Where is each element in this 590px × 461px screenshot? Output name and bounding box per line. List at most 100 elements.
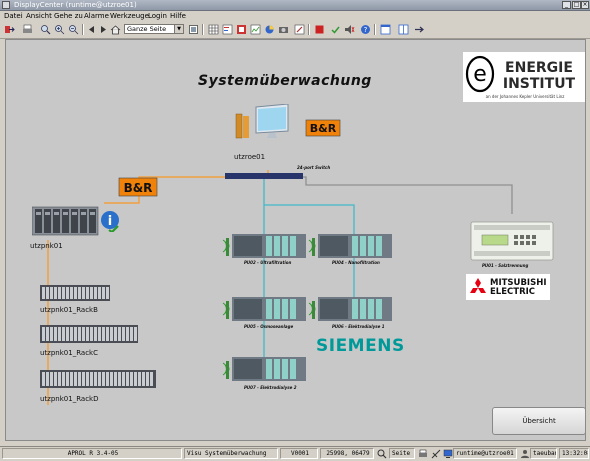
status-user: runtime@utzroe01 <box>453 448 517 459</box>
home-icon[interactable] <box>110 24 121 35</box>
forward-icon[interactable] <box>98 24 109 35</box>
logo-subtitle: an der Johannes Kepler Universität Linz <box>486 94 565 99</box>
station-label: PU05 - Osmoseanlage <box>244 324 294 329</box>
acknowledge-icon[interactable] <box>330 24 341 35</box>
switch-label: 24-port Switch <box>297 165 331 170</box>
energie-institut-emblem: e ENERGIE INSTITUT an der Johannes Keple… <box>465 55 576 99</box>
network-switch[interactable] <box>225 173 303 179</box>
window-title: DisplayCenter (runtime@utzroe01) <box>14 1 137 9</box>
zoom-select-value: Ganze Seite <box>127 25 167 33</box>
bnr-logo-text: B&R <box>124 181 153 195</box>
status-code: V0001 <box>280 448 318 459</box>
report-icon[interactable] <box>222 24 233 35</box>
electric-text: ELECTRIC <box>490 287 536 297</box>
toolbar: Ganze Seite ▼ ? <box>0 21 590 39</box>
back-icon[interactable] <box>86 24 97 35</box>
mitsubishi-unit-label: PU01 - Salztrennung <box>482 263 529 268</box>
io-rack[interactable] <box>40 325 138 343</box>
chevron-down-icon: ▼ <box>174 25 183 33</box>
alarm-list-icon[interactable] <box>236 24 247 35</box>
svg-text:e: e <box>473 62 487 87</box>
station-label: PU06 - Elektrodialyse 1 <box>332 324 385 329</box>
info-icon[interactable]: i <box>100 210 120 232</box>
siemens-station-pu04[interactable] <box>308 232 392 260</box>
logo-energie-text: ENERGIE <box>505 60 573 76</box>
mitsubishi-diamonds-icon <box>470 278 486 293</box>
menu-login[interactable]: Login <box>148 11 167 21</box>
minimize-icon[interactable]: _ <box>562 1 571 9</box>
zoom-icon[interactable] <box>40 24 51 35</box>
status-time: 13:32:08 <box>559 448 589 459</box>
io-rack[interactable] <box>40 285 110 301</box>
menu-gehe-zu[interactable]: Gehe zu <box>54 11 83 21</box>
station-label: PU04 - Nanofiltration <box>332 260 380 265</box>
menu-hilfe[interactable]: Hilfe <box>170 11 186 21</box>
logo-institut-text: INSTITUT <box>503 76 576 92</box>
exit-icon[interactable] <box>4 24 15 35</box>
rack-label: utzpnk01_RackC <box>40 349 98 357</box>
magnifier-icon <box>377 449 387 459</box>
toolbar-separator <box>374 24 376 35</box>
status-view: Visu Systemüberwachung <box>184 448 278 459</box>
energie-institut-logo: e ENERGIE INSTITUT an der Johannes Keple… <box>463 52 585 102</box>
stop-icon[interactable] <box>314 24 325 35</box>
pie-icon[interactable] <box>264 24 275 35</box>
status-version: APROL R 3.4-05 <box>2 448 182 459</box>
help-icon[interactable]: ? <box>360 24 371 35</box>
status-login: taeuban <box>530 448 557 459</box>
window-icon[interactable] <box>380 24 391 35</box>
station-label: PU07 - Elektrodialyse 2 <box>244 385 297 390</box>
toolbar-separator <box>308 24 310 35</box>
status-coords: 25998, 06479 <box>320 448 374 459</box>
maximize-icon[interactable]: □ <box>572 1 581 9</box>
close-icon[interactable]: × <box>581 1 589 9</box>
menu-ansicht[interactable]: Ansicht <box>26 11 52 21</box>
siemens-logo: SIEMENS <box>316 336 405 356</box>
zoom-in-icon[interactable] <box>54 24 65 35</box>
svg-text:i: i <box>108 214 112 229</box>
process-display-canvas: Systemüberwachung e ENERGIE INSTITUT an … <box>5 39 586 441</box>
edit-icon[interactable] <box>294 24 305 35</box>
workstation-label: utzroe01 <box>234 153 266 161</box>
user-icon <box>521 450 529 458</box>
zoom-select[interactable]: Ganze Seite ▼ <box>124 24 184 34</box>
app-icon <box>2 1 10 9</box>
plc-label: utzpnk01 <box>30 242 63 250</box>
siemens-station-pu06[interactable] <box>308 295 392 323</box>
siemens-station-pu02[interactable] <box>222 232 306 260</box>
uebersicht-button[interactable]: Übersicht <box>492 407 585 435</box>
svg-text:?: ? <box>364 26 368 34</box>
toolbar-separator <box>202 24 204 35</box>
rack-label: utzpnk01_RackD <box>40 395 99 403</box>
grid-icon[interactable] <box>208 24 219 35</box>
navigate-icon[interactable] <box>414 24 425 35</box>
monitor-icon <box>443 449 453 458</box>
svg-text:B&R: B&R <box>310 122 337 135</box>
menu-werkzeuge[interactable]: Werkzeuge <box>110 11 149 21</box>
printer-icon <box>419 449 427 457</box>
siemens-station-pu07[interactable] <box>222 355 306 383</box>
statusbar: APROL R 3.4-05 Visu Systemüberwachung V0… <box>0 446 590 461</box>
network-icon <box>431 449 441 459</box>
menu-datei[interactable]: Datei <box>4 11 23 21</box>
fit-page-icon[interactable] <box>188 24 199 35</box>
mute-icon[interactable] <box>344 24 355 35</box>
menubar: Datei Ansicht Gehe zu Alarme Werkzeuge L… <box>0 11 590 21</box>
status-page: Seite <box>389 448 415 459</box>
serial-line <box>291 176 513 214</box>
page-title: Systemüberwachung <box>198 73 372 89</box>
toolbar-separator <box>82 24 84 35</box>
print-icon[interactable] <box>22 24 33 35</box>
zoom-out-icon[interactable] <box>68 24 79 35</box>
siemens-station-pu05[interactable] <box>222 295 306 323</box>
layout-icon[interactable] <box>398 24 409 35</box>
window-titlebar: DisplayCenter (runtime@utzroe01) _ □ × <box>0 0 590 11</box>
workstation[interactable]: B&R <box>234 104 344 154</box>
menu-alarme[interactable]: Alarme <box>84 11 109 21</box>
rack-label: utzpnk01_RackB <box>40 306 98 314</box>
trend-icon[interactable] <box>250 24 261 35</box>
station-label: PU02 - Ultrafiltration <box>244 260 292 265</box>
camera-icon[interactable] <box>278 24 289 35</box>
io-rack[interactable] <box>40 370 156 388</box>
mitsubishi-plc[interactable] <box>470 221 554 261</box>
